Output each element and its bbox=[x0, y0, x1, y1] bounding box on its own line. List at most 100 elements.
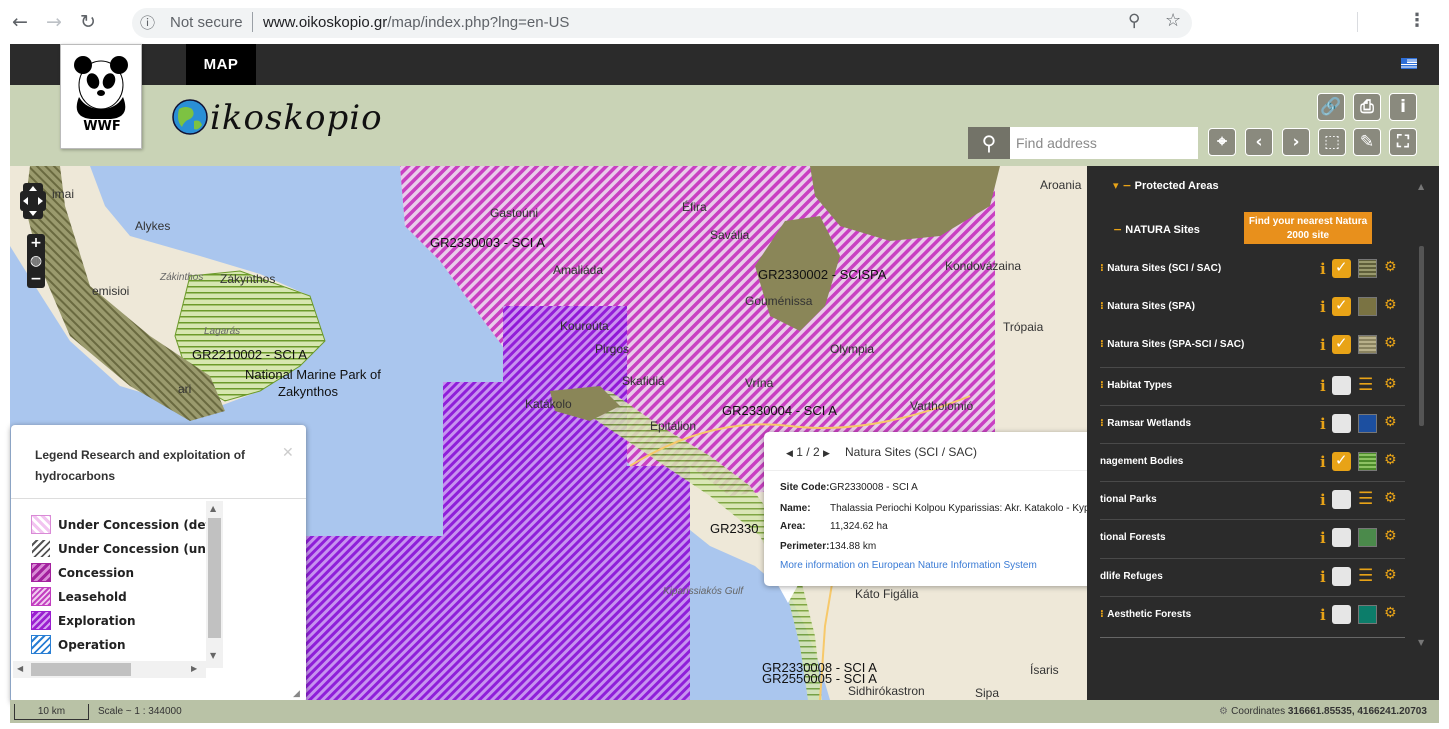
back-arrow-icon[interactable]: ← bbox=[12, 11, 28, 33]
layer-checkbox[interactable] bbox=[1332, 334, 1351, 354]
layer-row-aesthetic-forests[interactable]: ⁝ Aesthetic Forests i ⚙ bbox=[1100, 597, 1405, 635]
scroll-right-icon[interactable]: ▶ bbox=[191, 664, 197, 673]
scroll-up-icon[interactable]: ▲ bbox=[210, 504, 216, 513]
forward-icon[interactable]: › bbox=[1282, 128, 1310, 156]
back-icon[interactable]: ‹ bbox=[1245, 128, 1273, 156]
sidebar-scroll-thumb[interactable] bbox=[1419, 246, 1424, 426]
forward-arrow-icon[interactable]: → bbox=[46, 11, 62, 33]
layer-row-natura-spa[interactable]: ⁝ Natura Sites (SPA) i ⚙ bbox=[1100, 289, 1405, 327]
group-protected-areas[interactable]: ▾ − Protected Areas bbox=[1113, 179, 1219, 192]
layer-checkbox[interactable] bbox=[1332, 528, 1351, 547]
url-text[interactable]: www.oikoskopio.gr/map/index.php?lng=en-U… bbox=[263, 14, 569, 31]
collapse-icon[interactable]: ▾ − bbox=[1113, 179, 1132, 192]
site-code-label: Site Code: bbox=[780, 482, 830, 493]
info-icon[interactable]: i bbox=[1320, 453, 1326, 471]
info-icon[interactable]: i bbox=[1320, 529, 1326, 547]
layer-row-national-forests[interactable]: tional Forests i ⚙ bbox=[1100, 520, 1405, 558]
find-nearest-natura-button[interactable]: Find your nearest Natura 2000 site bbox=[1244, 212, 1372, 244]
layer-label: ⁝ Natura Sites (SCI / SAC) bbox=[1100, 263, 1221, 274]
info-icon[interactable]: ⓘ bbox=[140, 12, 160, 32]
legend-vertical-scrollbar[interactable]: ▲ ▼ bbox=[206, 501, 223, 668]
star-icon[interactable]: ☆ bbox=[1165, 10, 1181, 31]
resize-handle-icon[interactable]: ◢ bbox=[293, 689, 300, 699]
prev-arrow-icon[interactable]: ◀ bbox=[786, 449, 793, 459]
search-icon[interactable]: ⚲ bbox=[968, 127, 1010, 159]
layer-row-natura-spa-sci[interactable]: ⁝ Natura Sites (SPA-SCI / SAC) i ⚙ bbox=[1100, 327, 1405, 365]
greek-flag-icon[interactable] bbox=[1401, 58, 1417, 69]
layer-row-national-parks[interactable]: tional Parks i ☰ ⚙ bbox=[1100, 482, 1405, 520]
legend-panel: Legend Research and exploitation of hydr… bbox=[11, 425, 306, 703]
map-label-gouménissa: Gouménissa bbox=[745, 294, 813, 308]
next-arrow-icon[interactable]: ▶ bbox=[823, 449, 830, 459]
list-icon[interactable]: ☰ bbox=[1358, 566, 1373, 586]
search-address-input[interactable] bbox=[1010, 127, 1198, 159]
zoom-in-icon[interactable]: + bbox=[27, 234, 45, 252]
measure-icon[interactable]: ✎ bbox=[1353, 128, 1381, 156]
layer-checkbox[interactable] bbox=[1332, 376, 1351, 395]
layer-row-wildlife-refuges[interactable]: dlife Refuges i ☰ ⚙ bbox=[1100, 559, 1405, 597]
info-icon[interactable]: i bbox=[1320, 606, 1326, 624]
info-icon[interactable]: i bbox=[1320, 336, 1326, 354]
scroll-down-icon[interactable]: ▼ bbox=[1418, 638, 1424, 647]
layer-row-ramsar[interactable]: ⁝ Ramsar Wetlands i ⚙ bbox=[1100, 406, 1405, 444]
layer-checkbox[interactable] bbox=[1332, 296, 1351, 316]
fullscreen-icon[interactable]: ⛶ bbox=[1389, 128, 1417, 156]
list-icon[interactable]: ☰ bbox=[1358, 375, 1373, 395]
gear-icon[interactable]: ⚙ bbox=[1384, 297, 1397, 313]
zoom-out-icon[interactable]: − bbox=[27, 270, 45, 288]
gear-icon[interactable]: ⚙ bbox=[1384, 605, 1397, 621]
globe-icon[interactable]: ◍ bbox=[27, 252, 45, 270]
layer-checkbox[interactable] bbox=[1332, 414, 1351, 433]
close-icon[interactable]: ✕ bbox=[282, 445, 294, 461]
gear-icon[interactable]: ⚙ bbox=[1384, 259, 1397, 275]
layer-checkbox[interactable] bbox=[1332, 258, 1351, 278]
layer-checkbox[interactable] bbox=[1332, 451, 1351, 471]
eunis-link[interactable]: More information on European Nature Info… bbox=[780, 560, 1037, 571]
gear-icon[interactable]: ⚙ bbox=[1384, 376, 1397, 392]
layer-row-management-bodies[interactable]: nagement Bodies i ⚙ bbox=[1100, 444, 1405, 482]
link-icon[interactable]: 🔗 bbox=[1317, 93, 1345, 121]
legend-swatch bbox=[31, 539, 51, 558]
legend-hscroll-thumb[interactable] bbox=[31, 663, 131, 676]
map-tab[interactable]: MAP bbox=[186, 44, 256, 85]
toolbar-divider bbox=[1357, 12, 1358, 32]
map-label-imai: imai bbox=[52, 187, 75, 201]
legend-scroll-thumb[interactable] bbox=[208, 518, 221, 638]
pan-control-icon[interactable] bbox=[20, 183, 46, 219]
group-natura-sites[interactable]: − NATURA Sites bbox=[1113, 223, 1200, 236]
popup-pager[interactable]: ◀ 1 / 2 ▶ bbox=[786, 445, 830, 459]
info-icon[interactable]: i bbox=[1320, 491, 1326, 509]
print-icon[interactable]: ⎙ bbox=[1353, 93, 1381, 121]
layer-row-habitat[interactable]: ⁝ Habitat Types i ☰ ⚙ bbox=[1100, 368, 1405, 406]
gear-icon[interactable]: ⚙ bbox=[1384, 335, 1397, 351]
layer-label-text: tional Parks bbox=[1100, 494, 1157, 505]
info-icon[interactable]: i bbox=[1320, 298, 1326, 316]
reload-icon[interactable]: ↻ bbox=[80, 11, 96, 33]
wwf-logo[interactable]: WWF bbox=[60, 44, 142, 149]
info-icon[interactable]: i bbox=[1320, 415, 1326, 433]
info-icon[interactable]: i bbox=[1320, 568, 1326, 586]
scroll-up-icon[interactable]: ▲ bbox=[1418, 182, 1424, 191]
minus-icon[interactable]: − bbox=[1113, 223, 1122, 236]
legend-horizontal-scrollbar[interactable]: ◀ ▶ bbox=[13, 661, 206, 678]
scroll-left-icon[interactable]: ◀ bbox=[17, 664, 23, 673]
scroll-down-icon[interactable]: ▼ bbox=[210, 651, 216, 660]
gear-icon[interactable]: ⚙ bbox=[1384, 490, 1397, 506]
gear-icon[interactable]: ⚙ bbox=[1384, 528, 1397, 544]
zoom-icon[interactable]: ⚲ bbox=[1128, 11, 1140, 31]
info-icon[interactable]: i bbox=[1389, 93, 1417, 121]
brand-title[interactable]: ikoskopio bbox=[210, 98, 383, 138]
info-icon[interactable]: i bbox=[1320, 260, 1326, 278]
layer-checkbox[interactable] bbox=[1332, 567, 1351, 586]
list-icon[interactable]: ☰ bbox=[1358, 489, 1373, 509]
select-icon[interactable]: ⬚ bbox=[1318, 128, 1346, 156]
gear-icon[interactable]: ⚙ bbox=[1384, 567, 1397, 583]
layer-row-natura-sci[interactable]: ⁝ Natura Sites (SCI / SAC) i ⚙ bbox=[1100, 251, 1405, 289]
info-icon[interactable]: i bbox=[1320, 377, 1326, 395]
layer-checkbox[interactable] bbox=[1332, 605, 1351, 624]
gear-icon[interactable]: ⚙ bbox=[1384, 452, 1397, 468]
layer-checkbox[interactable] bbox=[1332, 490, 1351, 509]
locate-icon[interactable]: ⌖ bbox=[1208, 128, 1236, 156]
gear-icon[interactable]: ⚙ bbox=[1384, 414, 1397, 430]
menu-icon[interactable]: ⋮ bbox=[1408, 10, 1426, 31]
